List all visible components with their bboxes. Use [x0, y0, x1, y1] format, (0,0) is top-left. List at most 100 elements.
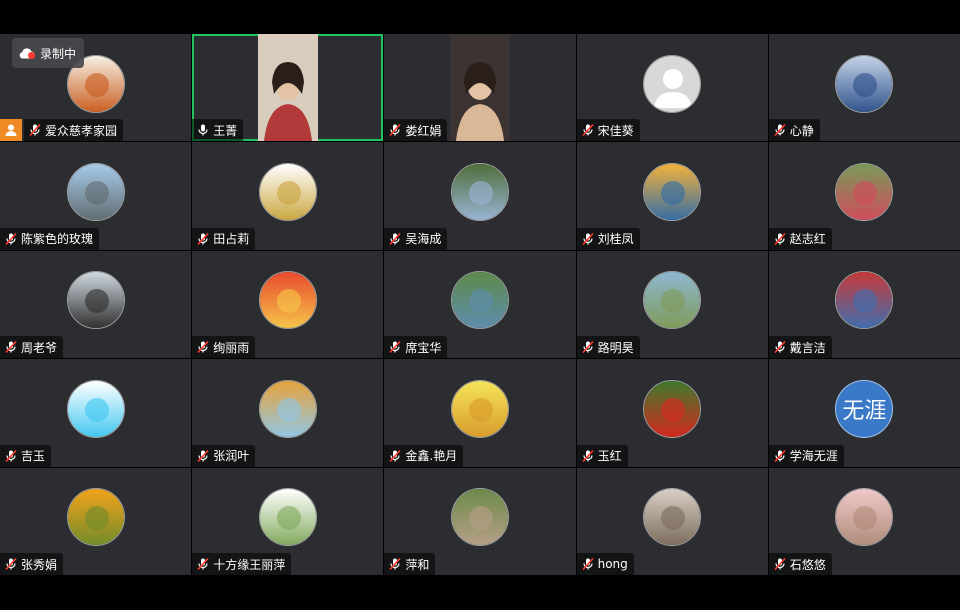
participant-name-label: 宋佳葵: [576, 119, 640, 142]
participant-tile[interactable]: 无涯学海无涯: [768, 359, 960, 467]
mic-muted-icon: [582, 557, 594, 571]
mic-muted-icon: [5, 341, 17, 354]
mic-muted-icon: [582, 124, 594, 137]
default-avatar: [643, 54, 702, 113]
participant-name-label: 吴海成: [384, 227, 448, 250]
participant-tile[interactable]: 宋佳葵: [576, 34, 768, 142]
participant-tile[interactable]: 玉红: [576, 359, 768, 467]
participant-tile[interactable]: 金鑫.艳月: [384, 359, 576, 467]
mic-muted-icon: [389, 232, 401, 245]
participant-tile[interactable]: 周老爷: [0, 250, 192, 359]
mic-muted-icon: [774, 341, 786, 354]
participant-tile[interactable]: 王菁: [192, 34, 384, 142]
participant-tile[interactable]: 娄红娟: [384, 34, 576, 142]
mic-muted-icon: [582, 341, 594, 354]
participant-name-label: 刘桂凤: [576, 227, 640, 250]
photo-avatar: [643, 488, 702, 547]
participant-tile[interactable]: 吉玉: [0, 359, 192, 467]
mic-muted-icon: [389, 124, 401, 137]
participant-name-label: 心静: [768, 119, 820, 142]
mic-muted-icon: [582, 449, 594, 462]
participant-name-label: 金鑫.艳月: [384, 444, 464, 467]
participant-name-label: 赵志红: [768, 227, 832, 250]
participant-tile[interactable]: 吴海成: [384, 142, 576, 250]
mic-muted-icon: [774, 449, 786, 462]
photo-avatar: [66, 488, 125, 547]
participant-grid: 爱众慈孝家园 王菁 娄红娟 宋佳葵 心静陈紫色的玫瑰 田占莉 吴海成 刘桂凤 赵志红周老爷 绚丽雨…: [0, 34, 960, 575]
participant-tile[interactable]: hong: [576, 467, 768, 575]
participant-name-label: 张秀娟: [0, 553, 64, 575]
participant-tile[interactable]: 戴言洁: [768, 250, 960, 359]
mic-muted-icon: [197, 341, 209, 354]
mic-muted-icon: [197, 557, 209, 571]
photo-avatar: [835, 271, 894, 330]
participant-name-label: 周老爷: [0, 336, 64, 359]
participant-name: 学海无涯: [789, 449, 838, 464]
photo-avatar: [450, 488, 509, 547]
participant-tile[interactable]: 刘桂凤: [576, 142, 768, 250]
participant-tile[interactable]: 心静: [768, 34, 960, 142]
participant-name: 绚丽雨: [213, 340, 250, 355]
participant-name-label: 爱众慈孝家园: [24, 119, 124, 142]
recording-label: 录制中: [40, 46, 77, 61]
participant-name: 张秀娟: [21, 557, 58, 572]
participant-name: 田占莉: [213, 232, 250, 247]
participant-name-label: 席宝华: [384, 336, 448, 359]
participant-tile[interactable]: 席宝华: [384, 250, 576, 359]
participant-name-label: hong: [576, 553, 634, 575]
participant-tile[interactable]: 十方缘王丽萍: [192, 467, 384, 575]
participant-name-label: 萍和: [384, 553, 436, 575]
photo-avatar: [643, 271, 702, 330]
mic-muted-icon: [197, 449, 209, 462]
participant-tile[interactable]: 田占莉: [192, 142, 384, 250]
participant-name: 席宝华: [405, 340, 442, 355]
host-badge: [0, 119, 22, 142]
host-person-icon: [5, 124, 17, 137]
mic-muted-icon: [389, 557, 401, 571]
participant-tile[interactable]: 赵志红: [768, 142, 960, 250]
participant-tile[interactable]: 萍和: [384, 467, 576, 575]
participant-video: [257, 34, 318, 141]
participant-tile[interactable]: 张秀娟: [0, 467, 192, 575]
participant-tile[interactable]: 陈紫色的玫瑰: [0, 142, 192, 250]
photo-avatar: [450, 379, 509, 438]
cloud-record-icon: [19, 48, 35, 59]
photo-avatar: [258, 271, 317, 330]
participant-name: 金鑫.艳月: [405, 449, 458, 464]
participant-tile[interactable]: 张润叶: [192, 359, 384, 467]
participant-name: 路明昊: [597, 340, 634, 355]
photo-avatar: [643, 379, 702, 438]
participant-name: 石悠悠: [789, 557, 826, 572]
participant-name-label: 绚丽雨: [192, 336, 256, 359]
participant-name: 吴海成: [405, 232, 442, 247]
photo-avatar: [258, 163, 317, 222]
recording-indicator[interactable]: 录制中: [12, 38, 85, 68]
mic-muted-icon: [774, 124, 786, 137]
photo-avatar: [66, 271, 125, 330]
mic-muted-icon: [582, 232, 594, 245]
participant-name: 张润叶: [213, 449, 250, 464]
mic-muted-icon: [774, 232, 786, 245]
participant-name: 宋佳葵: [597, 123, 634, 138]
participant-name-label: 十方缘王丽萍: [192, 553, 292, 575]
participant-name-label: 吉玉: [0, 444, 52, 467]
photo-avatar: [450, 163, 509, 222]
participant-name-label: 娄红娟: [384, 119, 448, 142]
participant-name-label: 陈紫色的玫瑰: [0, 227, 100, 250]
mic-muted-icon: [389, 341, 401, 354]
mic-muted-icon: [5, 557, 17, 571]
photo-avatar: [450, 271, 509, 330]
participant-tile[interactable]: 石悠悠: [768, 467, 960, 575]
participant-name-label: 张润叶: [192, 444, 256, 467]
mic-muted-icon: [5, 232, 17, 245]
mic-muted-icon: [389, 449, 401, 462]
photo-avatar: [258, 488, 317, 547]
participant-name: 赵志红: [789, 232, 826, 247]
participant-tile[interactable]: 路明昊: [576, 250, 768, 359]
mic-muted-icon: [5, 449, 17, 462]
participant-name: 娄红娟: [405, 123, 442, 138]
photo-avatar: [643, 163, 702, 222]
participant-tile[interactable]: 绚丽雨: [192, 250, 384, 359]
photo-avatar: [66, 163, 125, 222]
text-avatar: 无涯: [835, 379, 894, 438]
